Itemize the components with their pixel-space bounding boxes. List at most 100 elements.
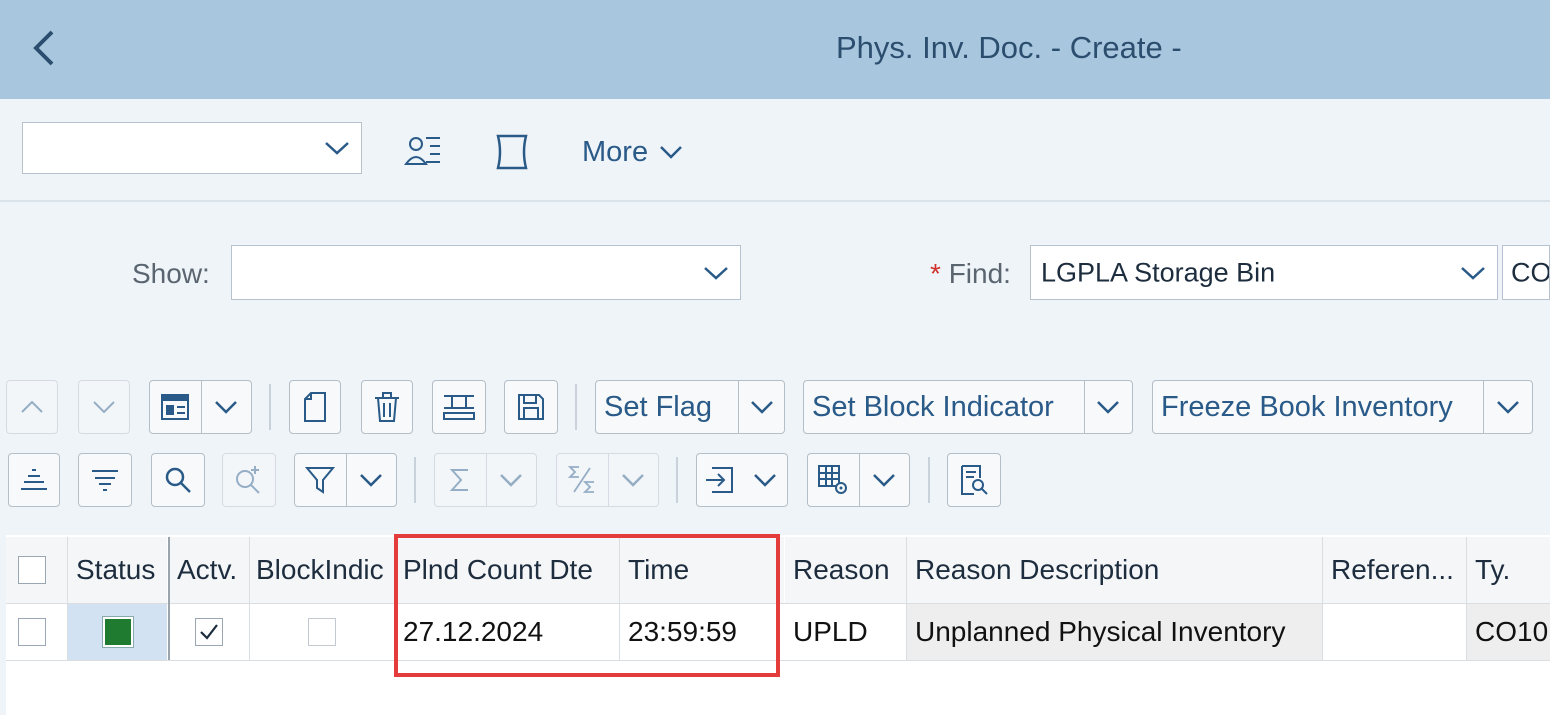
set-flag-button[interactable]: Set Flag [596, 381, 739, 433]
chevron-down-icon [704, 266, 728, 280]
set-flag-dropdown[interactable] [739, 381, 784, 433]
find-value: LGPLA Storage Bin [1041, 257, 1276, 287]
column-header-block-indicator[interactable]: BlockIndic [250, 537, 394, 603]
move-up-button[interactable] [6, 380, 58, 434]
back-button[interactable] [26, 24, 66, 72]
freeze-book-inventory-button[interactable]: Freeze Book Inventory [1153, 381, 1485, 433]
required-marker: * [930, 258, 941, 289]
reason-cell[interactable]: UPLD [785, 604, 906, 660]
row-selector [6, 604, 67, 660]
status-cell [68, 604, 167, 660]
set-flag-menu-button[interactable]: Set Flag [595, 380, 785, 434]
grid-settings-menu-button[interactable] [807, 453, 910, 507]
show-select[interactable] [231, 245, 741, 300]
document-search-icon [961, 465, 988, 495]
find-next-button[interactable] [222, 453, 276, 507]
checkmark-icon [200, 624, 218, 640]
freeze-book-inventory-menu-button[interactable]: Freeze Book Inventory [1152, 380, 1533, 434]
column-header-reason-description[interactable]: Reason Description [907, 537, 1322, 603]
layout-icon [161, 394, 190, 420]
new-document-button[interactable] [289, 380, 341, 434]
chevron-up-icon [21, 400, 43, 413]
search-plus-icon [236, 466, 260, 494]
chevron-down-icon [873, 474, 896, 487]
user-assign-button[interactable] [402, 130, 446, 174]
subtotal-menu-button[interactable] [556, 453, 659, 507]
search-button[interactable] [151, 453, 205, 507]
chevron-down-icon [500, 474, 523, 487]
document-icon [304, 392, 326, 422]
grid-settings-main[interactable] [808, 454, 860, 506]
layout-dropdown[interactable] [202, 381, 251, 433]
status-indicator [102, 617, 133, 647]
chevron-down-icon [1461, 266, 1485, 280]
column-header-reference[interactable]: Referen... [1323, 537, 1466, 603]
export-main[interactable] [697, 454, 743, 506]
export-dropdown[interactable] [743, 454, 787, 506]
more-label: More [582, 135, 649, 168]
subtotal-main[interactable] [557, 454, 609, 506]
type-cell: CO10 [1467, 604, 1550, 660]
column-header-status[interactable]: Status [68, 537, 167, 603]
user-assign-icon [404, 137, 440, 165]
select-all-checkbox[interactable] [18, 556, 46, 584]
toolbar-separator [414, 457, 416, 503]
document-blank-icon [496, 134, 528, 170]
find-input-value: CO [1511, 257, 1550, 287]
sum-menu-button[interactable] [434, 453, 537, 507]
block-indicator-cell [250, 604, 394, 660]
column-divider [906, 537, 907, 660]
title-bar [0, 0, 1550, 99]
block-indicator-checkbox[interactable] [308, 618, 336, 646]
move-down-button[interactable] [78, 380, 130, 434]
column-divider [1322, 537, 1323, 660]
freeze-book-inventory-dropdown[interactable] [1484, 381, 1532, 433]
column-divider [67, 537, 68, 660]
delete-button[interactable] [361, 380, 413, 434]
sort-ascending-button[interactable] [8, 453, 60, 507]
filter-menu-button[interactable] [294, 453, 397, 507]
set-block-indicator-menu-button[interactable]: Set Block Indicator [803, 380, 1133, 434]
chevron-down-icon [754, 474, 776, 487]
active-checkbox[interactable] [195, 618, 223, 646]
search-icon [165, 467, 191, 493]
column-header-active[interactable]: Actv. [169, 537, 249, 603]
details-button[interactable] [947, 453, 1001, 507]
page-button[interactable] [492, 130, 532, 174]
column-header-reason[interactable]: Reason [785, 537, 906, 603]
chevron-down-icon [750, 401, 773, 414]
chevron-down-icon [360, 474, 383, 487]
find-input[interactable]: CO [1502, 245, 1550, 300]
export-icon [706, 467, 733, 493]
table-settings-icon [818, 465, 848, 494]
highlight-box [394, 534, 780, 677]
subtotal-dropdown[interactable] [609, 454, 658, 506]
sort-descending-button[interactable] [78, 453, 132, 507]
column-settings-button[interactable] [432, 380, 486, 434]
toolbar-separator [928, 457, 930, 503]
layout-main[interactable] [150, 381, 202, 433]
toolbar-separator [676, 457, 678, 503]
trash-icon [375, 392, 399, 422]
filter-dropdown[interactable] [347, 454, 396, 506]
sum-dropdown[interactable] [487, 454, 536, 506]
column-header-type[interactable]: Ty. [1467, 537, 1550, 603]
toolbar-divider [0, 200, 1550, 202]
find-label-group: * Find: [930, 258, 1011, 290]
set-block-indicator-dropdown[interactable] [1085, 381, 1132, 433]
save-icon [518, 394, 544, 420]
layout-menu-button[interactable] [149, 380, 252, 434]
toolbar-separator [575, 384, 577, 430]
export-menu-button[interactable] [696, 453, 788, 507]
sum-main[interactable] [435, 454, 487, 506]
set-block-indicator-button[interactable]: Set Block Indicator [804, 381, 1085, 433]
save-button[interactable] [504, 380, 558, 434]
variant-select[interactable] [22, 122, 362, 174]
grid-settings-dropdown[interactable] [860, 454, 909, 506]
find-field-select[interactable]: LGPLA Storage Bin [1030, 245, 1498, 300]
row-select-checkbox[interactable] [18, 618, 46, 646]
reference-cell[interactable] [1323, 604, 1466, 660]
chevron-down-icon [660, 146, 682, 159]
more-menu-button[interactable]: More [582, 130, 684, 174]
filter-main[interactable] [295, 454, 347, 506]
